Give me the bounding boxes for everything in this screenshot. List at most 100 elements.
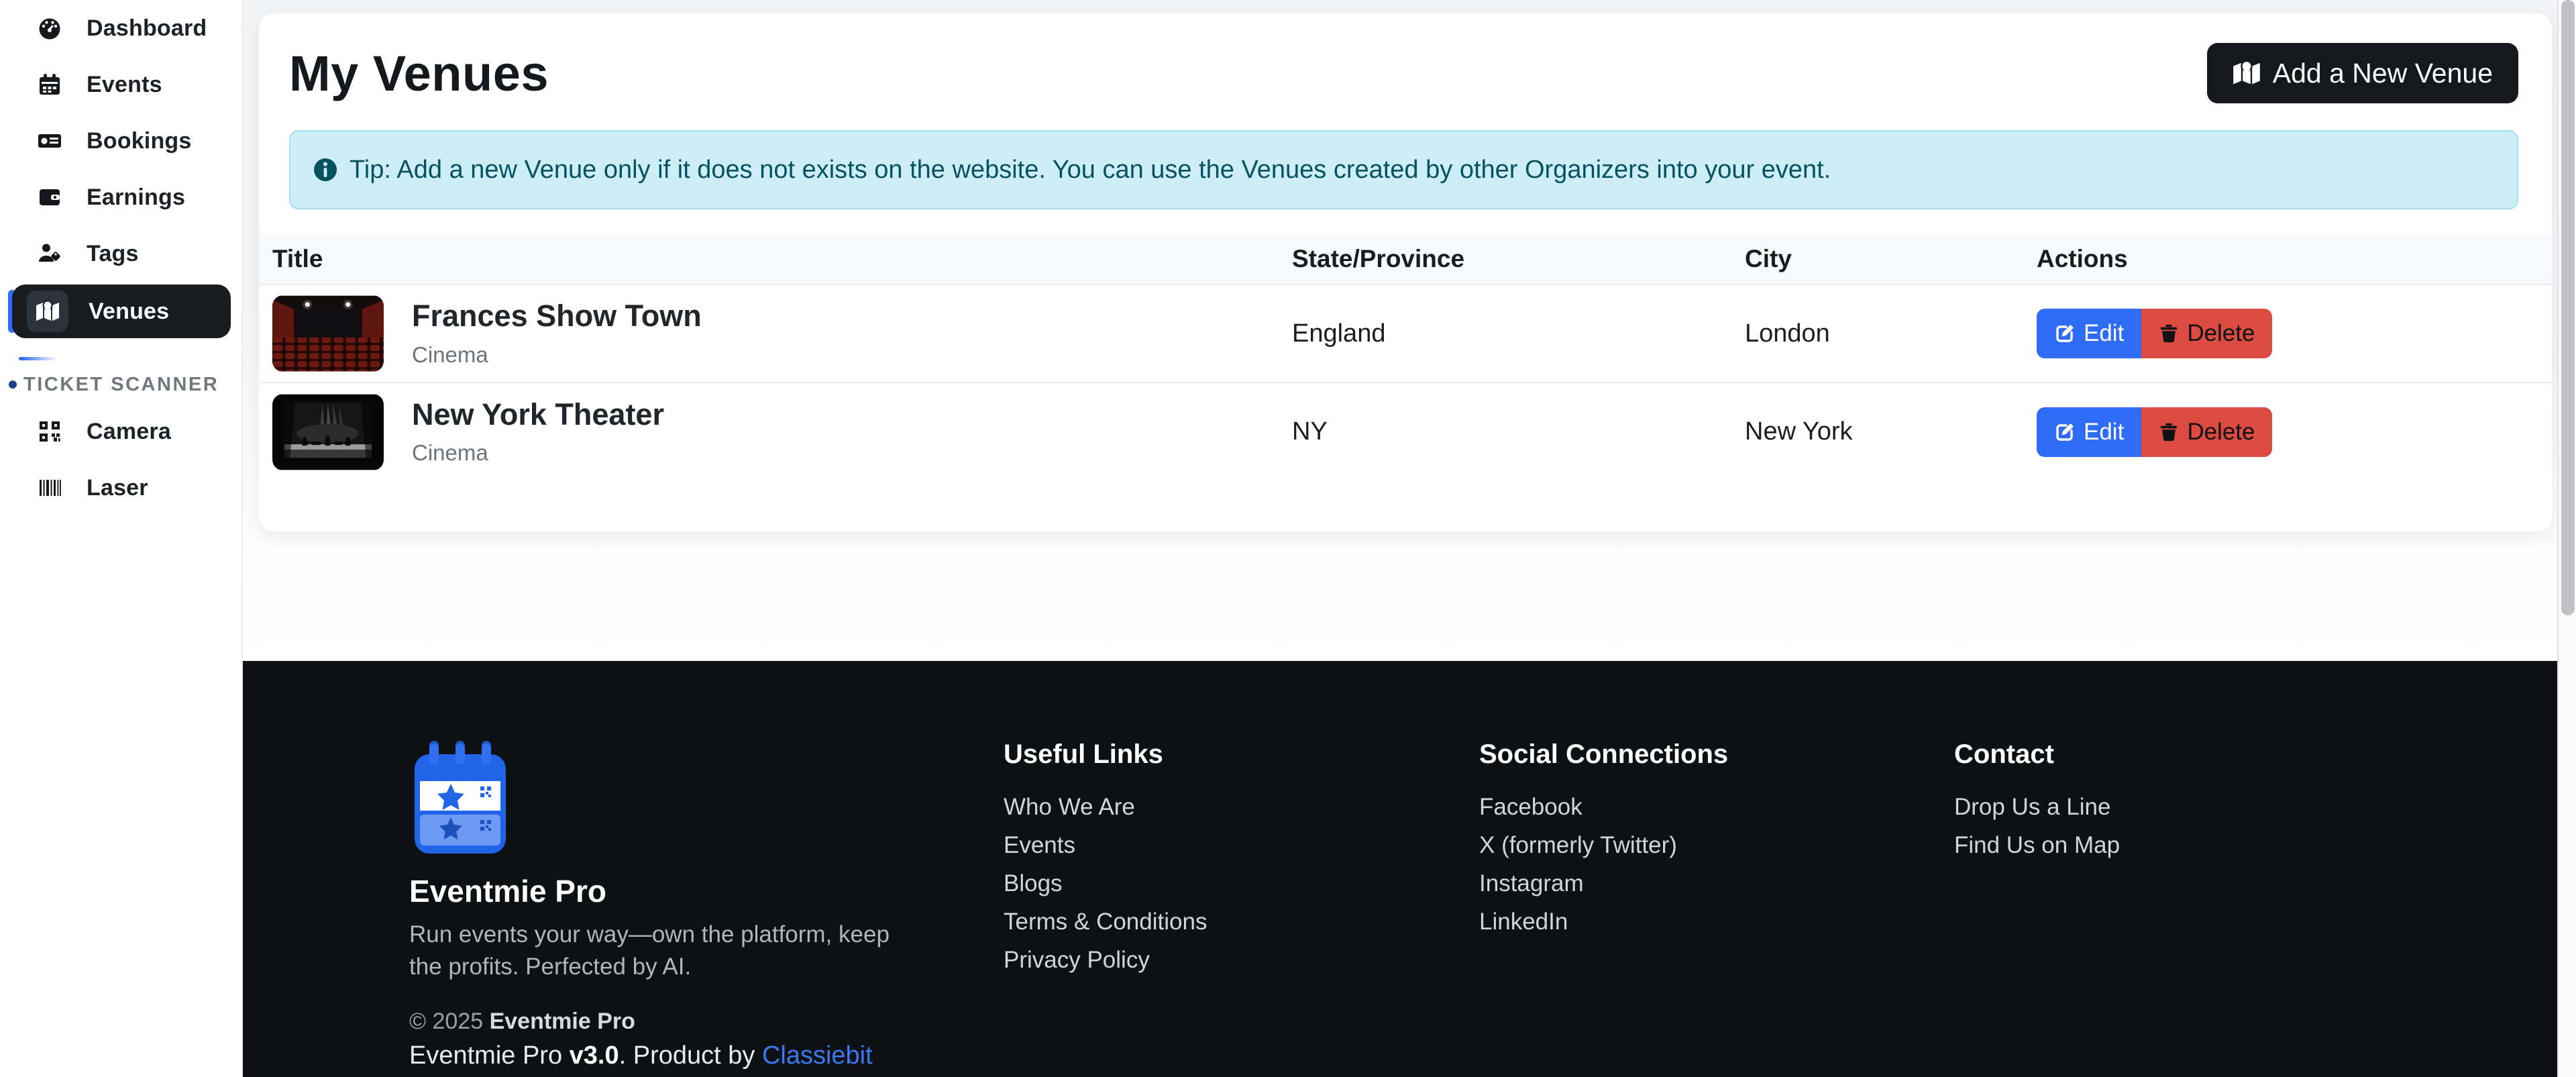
footer-link-who-we-are[interactable]: Who We Are [1004,794,1433,821]
footer-link-find-us-on-map[interactable]: Find Us on Map [1954,832,2383,859]
sidebar-item-venues[interactable]: Venues [12,285,231,338]
add-venue-button[interactable]: Add a New Venue [2207,43,2518,103]
copyright-year: © 2025 [409,1009,490,1034]
footer-link-events[interactable]: Events [1004,832,1433,859]
tip-text: Tip: Add a new Venue only if it does not… [350,156,1831,185]
delete-button[interactable]: Delete [2141,407,2272,457]
classiebit-link[interactable]: Classiebit [762,1041,873,1070]
table-header-row: Title State/Province City Actions [259,234,2552,285]
sidebar-section-label: TICKET SCANNER [23,374,219,396]
product-name: Eventmie Pro [409,1041,570,1070]
table-row: New York Theater Cinema NY New York [259,382,2552,480]
footer: Eventmie Pro Run events your way—own the… [243,661,2557,1077]
scrollbar-thumb[interactable] [2561,0,2575,615]
venues-card: My Venues Add a New Venue Tip: Add a new… [259,13,2552,531]
column-header-state: State/Province [1292,234,1745,285]
trash-icon [2159,323,2179,344]
pen-edit-icon [2054,323,2076,344]
footer-link-privacy[interactable]: Privacy Policy [1004,947,1433,974]
sidebar-item-label: Events [87,72,162,98]
column-header-city: City [1745,234,2037,285]
footer-useful-links-column: Useful Links Who We Are Events Blogs Ter… [1004,739,1433,985]
page-title: My Venues [289,45,549,102]
sidebar-divider [19,357,58,360]
column-header-title: Title [259,234,1292,285]
venue-city: London [1745,285,2037,382]
main-content: My Venues Add a New Venue Tip: Add a new… [243,0,2557,661]
venue-thumbnail-theater [272,394,384,470]
sidebar-item-events[interactable]: Events [0,56,241,113]
footer-link-blogs[interactable]: Blogs [1004,870,1433,897]
map-icon [27,291,68,332]
venues-table: Title State/Province City Actions [259,234,2552,480]
barcode-icon [37,475,62,501]
venue-category: Cinema [412,440,664,466]
footer-link-terms[interactable]: Terms & Conditions [1004,909,1433,935]
sidebar-item-label: Dashboard [87,15,207,42]
card-header: My Venues Add a New Venue [259,13,2552,103]
sidebar-item-label: Camera [87,419,171,445]
sidebar-item-camera[interactable]: Camera [0,403,241,460]
column-header-actions: Actions [2037,234,2552,285]
footer-social-column: Social Connections Facebook X (formerly … [1479,739,1909,947]
footer-tagline: Run events your way—own the platform, ke… [409,919,919,983]
user-tag-icon [37,241,62,266]
gauge-icon [37,15,62,41]
footer-column-heading: Social Connections [1479,739,1909,770]
qrcode-icon [37,419,62,444]
pen-edit-icon [2054,421,2076,443]
scrollbar-track[interactable] [2557,0,2576,1077]
footer-column-heading: Useful Links [1004,739,1433,770]
product-by-text: . Product by [619,1041,762,1070]
calendar-icon [37,72,62,97]
sidebar-item-tags[interactable]: Tags [0,225,241,282]
sidebar-item-label: Laser [87,475,148,501]
wallet-icon [37,185,62,210]
sidebar-item-venues-wrap: Venues [12,285,231,338]
footer-link-x-twitter[interactable]: X (formerly Twitter) [1479,832,1909,859]
venue-title: New York Theater [412,398,664,431]
venue-thumbnail-cinema [272,295,384,372]
delete-button[interactable]: Delete [2141,309,2272,358]
tip-alert: Tip: Add a new Venue only if it does not… [289,130,2518,209]
copyright-brand: Eventmie Pro [490,1009,635,1034]
scanner-group: Camera Laser [0,403,241,516]
footer-brand-name: Eventmie Pro [409,873,959,909]
footer-copyright: © 2025 Eventmie Pro [409,1009,959,1035]
footer-brand-column: Eventmie Pro Run events your way—own the… [409,739,959,1070]
sidebar: Dashboard Events Bookings Earnings [0,0,243,1077]
footer-link-linkedin[interactable]: LinkedIn [1479,909,1909,935]
trash-icon [2159,422,2179,442]
venue-state: NY [1292,382,1745,480]
sidebar-item-bookings[interactable]: Bookings [0,113,241,169]
edit-button[interactable]: Edit [2037,407,2141,457]
sidebar-item-dashboard[interactable]: Dashboard [0,0,241,56]
sidebar-section-ticket-scanner: TICKET SCANNER [9,371,241,398]
money-check-icon [37,128,62,154]
edit-button-label: Edit [2084,320,2124,347]
footer-link-facebook[interactable]: Facebook [1479,794,1909,821]
venue-city: New York [1745,382,2037,480]
sidebar-item-label: Bookings [87,128,192,154]
product-version: v3.0 [570,1041,619,1070]
footer-link-instagram[interactable]: Instagram [1479,870,1909,897]
sidebar-item-label: Earnings [87,185,185,211]
footer-product-line: Eventmie Pro v3.0. Product by Classiebit [409,1041,959,1070]
footer-link-drop-us-a-line[interactable]: Drop Us a Line [1954,794,2383,821]
sidebar-item-label: Tags [87,241,139,267]
app-root: Dashboard Events Bookings Earnings [0,0,2576,1077]
sidebar-item-earnings[interactable]: Earnings [0,169,241,225]
footer-contact-column: Contact Drop Us a Line Find Us on Map [1954,739,2383,870]
table-row: Frances Show Town Cinema England London [259,285,2552,382]
sidebar-item-label: Venues [89,299,169,325]
edit-button-label: Edit [2084,419,2124,446]
delete-button-label: Delete [2187,320,2255,347]
edit-button[interactable]: Edit [2037,309,2141,358]
footer-column-heading: Contact [1954,739,2383,770]
sidebar-item-laser[interactable]: Laser [0,460,241,516]
delete-button-label: Delete [2187,419,2255,446]
map-location-icon [2233,59,2261,87]
info-icon [312,156,339,183]
venue-title: Frances Show Town [412,299,702,333]
sidebar-nav: Dashboard Events Bookings Earnings [0,0,241,516]
